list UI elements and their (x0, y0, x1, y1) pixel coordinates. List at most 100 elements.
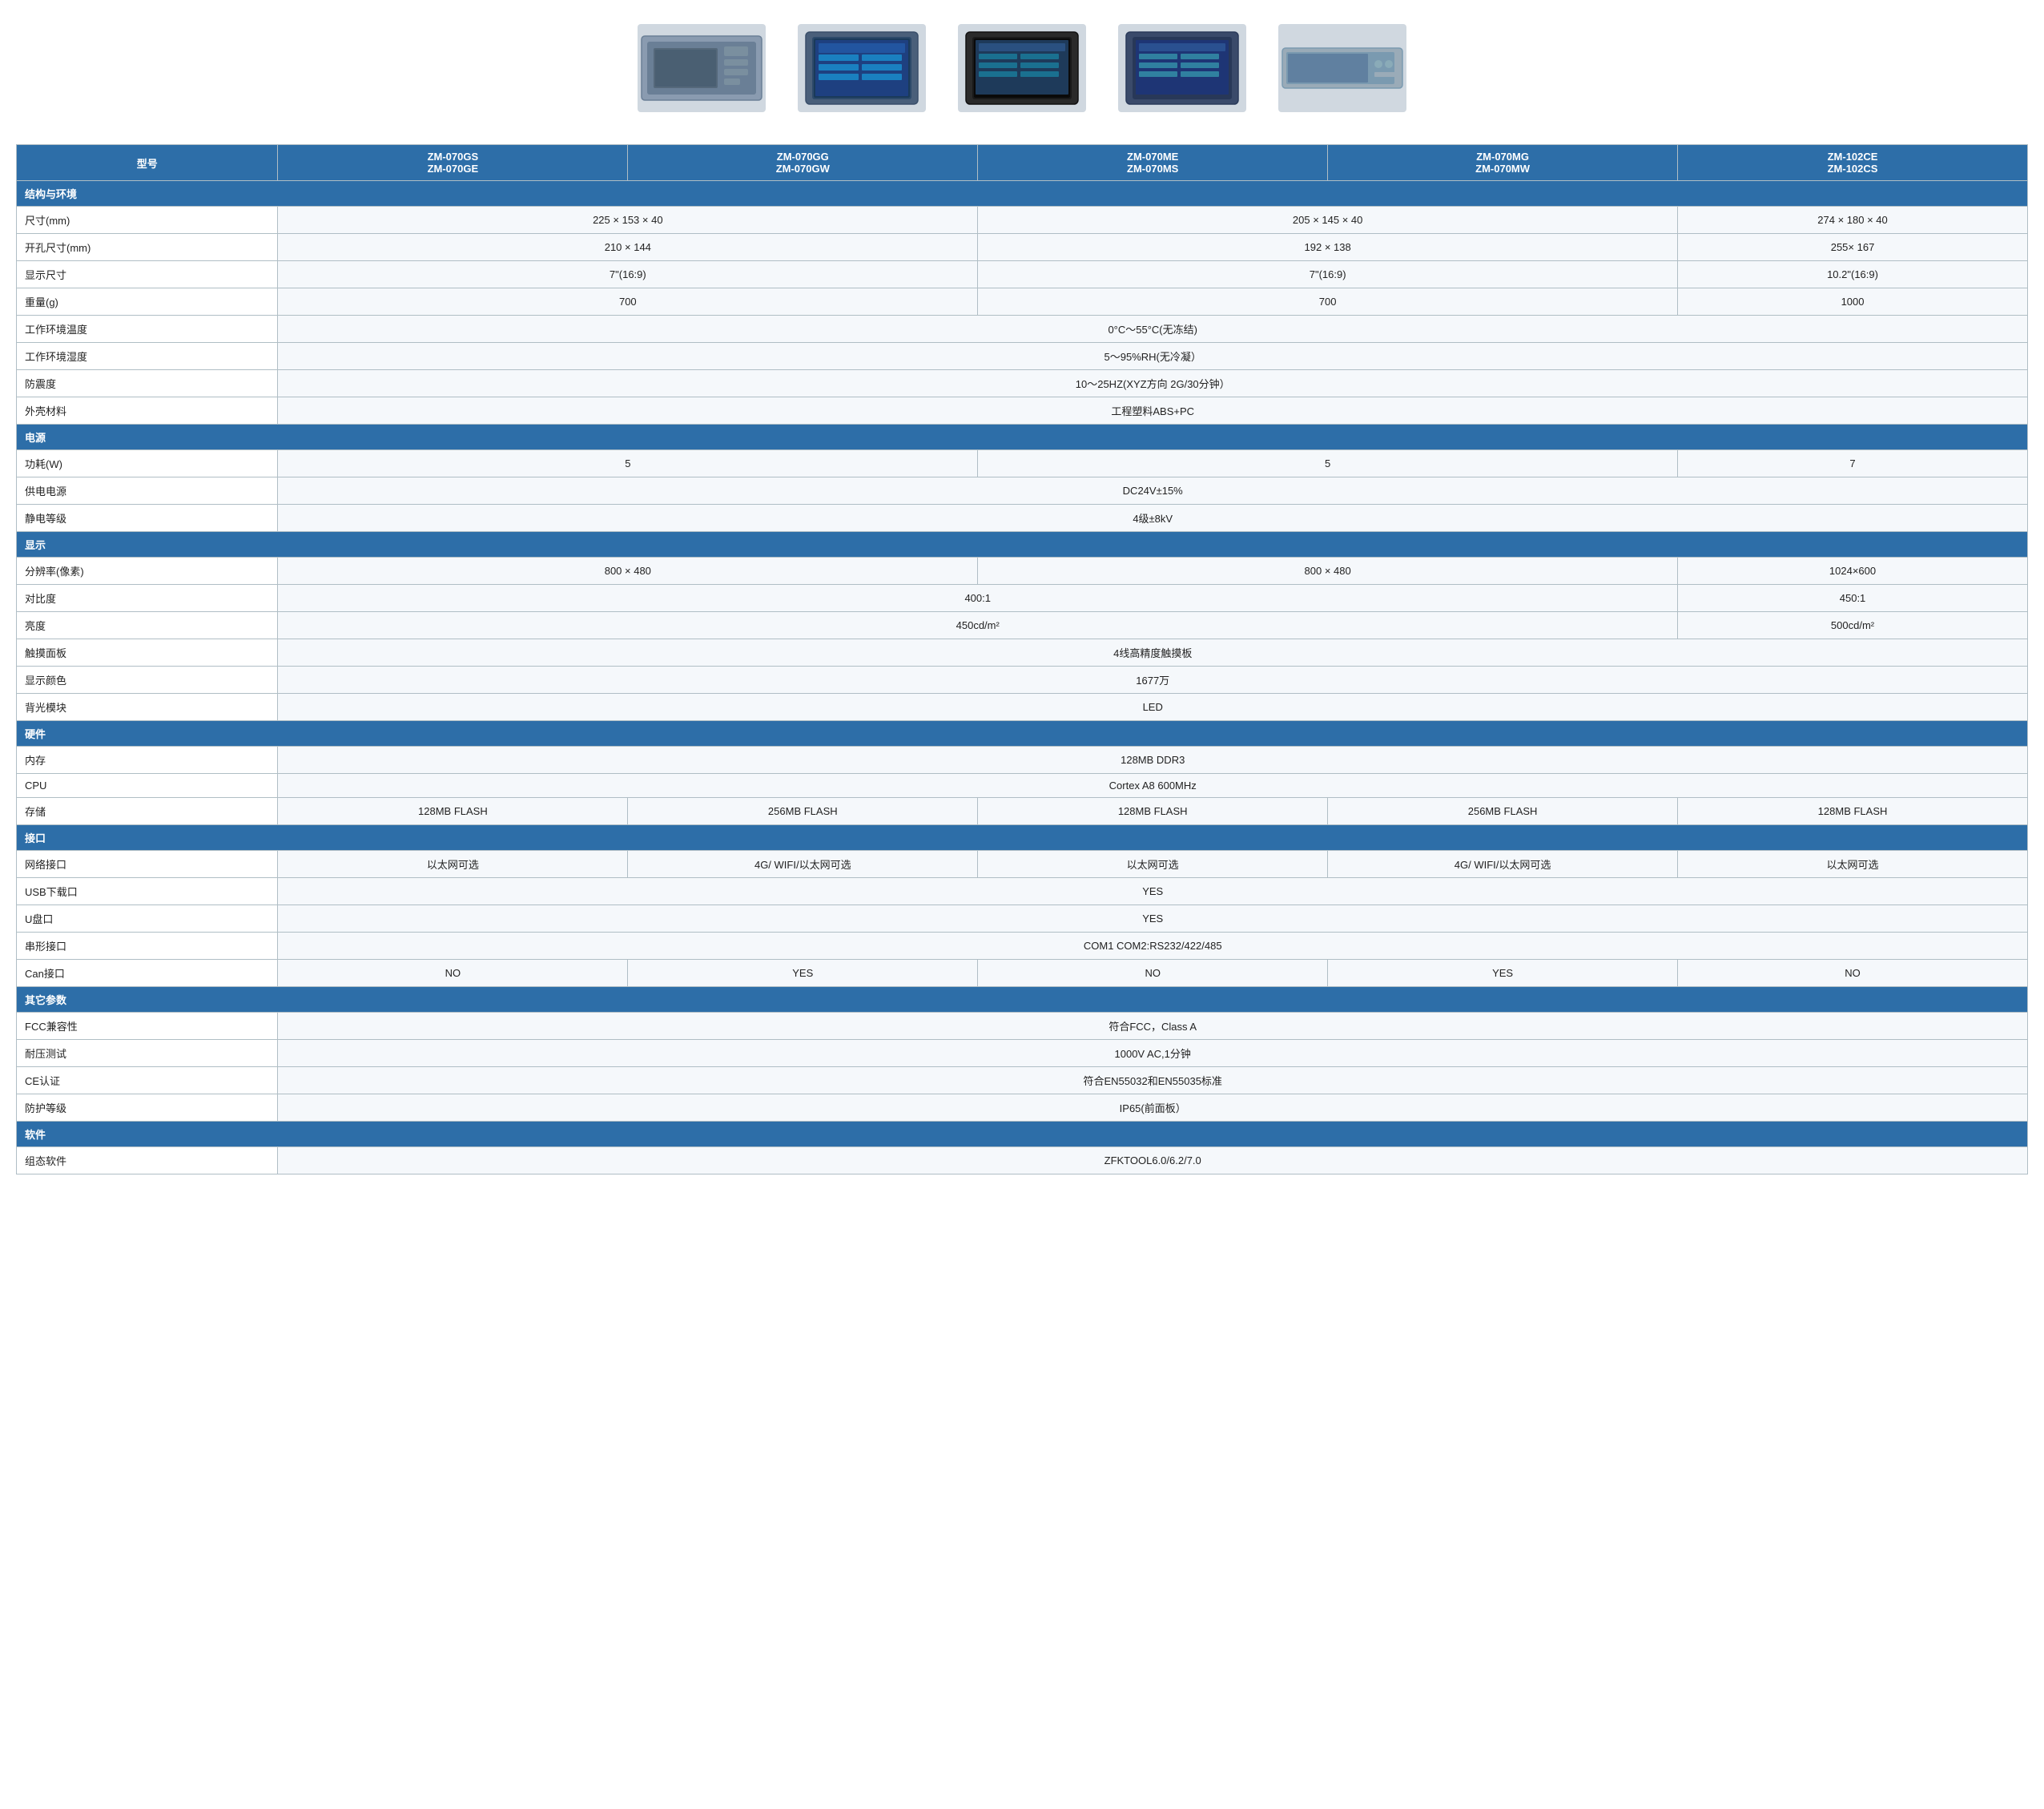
row-cell: 4G/ WIFI/以太网可选 (1328, 851, 1678, 878)
row-cell: 符合FCC，Class A (278, 1013, 2028, 1040)
row-label: 尺寸(mm) (17, 207, 278, 234)
row-cell: 1024×600 (1678, 558, 2028, 585)
row-label: 功耗(W) (17, 450, 278, 477)
row-cell: 205 × 145 × 40 (978, 207, 1678, 234)
table-row: CPUCortex A8 600MHz (17, 774, 2028, 798)
row-label: 分辨率(像素) (17, 558, 278, 585)
row-label: 内存 (17, 747, 278, 774)
product-image-2 (798, 24, 926, 112)
row-cell: 10～25HZ(XYZ方向 2G/30分钟） (278, 370, 2028, 397)
row-label: 触摸面板 (17, 639, 278, 667)
row-cell: 450:1 (1678, 585, 2028, 612)
table-row: 触摸面板4线高精度触摸板 (17, 639, 2028, 667)
table-row: 对比度400:1450:1 (17, 585, 2028, 612)
row-cell: 800 × 480 (978, 558, 1678, 585)
row-cell: COM1 COM2:RS232/422/485 (278, 933, 2028, 960)
row-cell: 1677万 (278, 667, 2028, 694)
row-label: 串形接口 (17, 933, 278, 960)
table-row: 背光模块LED (17, 694, 2028, 721)
table-row: 显示颜色1677万 (17, 667, 2028, 694)
row-label: FCC兼容性 (17, 1013, 278, 1040)
table-row: 亮度450cd/m²500cd/m² (17, 612, 2028, 639)
row-cell: 5 (278, 450, 978, 477)
row-cell: 192 × 138 (978, 234, 1678, 261)
row-cell: NO (978, 960, 1328, 987)
row-cell: 0°C～55°C(无冻结) (278, 316, 2028, 343)
product-images-row (16, 16, 2028, 128)
section-header-row: 结构与环境 (17, 181, 2028, 207)
row-cell: NO (278, 960, 628, 987)
section-header-row: 电源 (17, 425, 2028, 450)
row-cell: 800 × 480 (278, 558, 978, 585)
row-cell: LED (278, 694, 2028, 721)
table-row: 外壳材料工程塑料ABS+PC (17, 397, 2028, 425)
table-row: 分辨率(像素)800 × 480800 × 4801024×600 (17, 558, 2028, 585)
row-label: 防护等级 (17, 1094, 278, 1122)
table-row: USB下载口YES (17, 878, 2028, 905)
row-cell: 5 (978, 450, 1678, 477)
row-cell: 128MB FLASH (978, 798, 1328, 825)
table-row: 供电电源DC24V±15% (17, 477, 2028, 505)
section-header-row: 显示 (17, 532, 2028, 558)
row-cell: 4级±8kV (278, 505, 2028, 532)
row-label: 显示尺寸 (17, 261, 278, 288)
row-cell: 7"(16:9) (278, 261, 978, 288)
product-image-1 (638, 24, 766, 112)
header-col-label: 型号 (17, 145, 278, 181)
spec-table: 型号 ZM-070GS ZM-070GE ZM-070GG ZM-070GW Z… (16, 144, 2028, 1174)
row-cell: YES (1328, 960, 1678, 987)
row-cell: 4线高精度触摸板 (278, 639, 2028, 667)
product-image-3 (958, 24, 1086, 112)
row-cell: DC24V±15% (278, 477, 2028, 505)
table-header-row: 型号 ZM-070GS ZM-070GE ZM-070GG ZM-070GW Z… (17, 145, 2028, 181)
table-row: FCC兼容性符合FCC，Class A (17, 1013, 2028, 1040)
row-label: 工作环境温度 (17, 316, 278, 343)
table-row: 工作环境温度0°C～55°C(无冻结) (17, 316, 2028, 343)
table-row: 内存128MB DDR3 (17, 747, 2028, 774)
table-row: 开孔尺寸(mm)210 × 144192 × 138255× 167 (17, 234, 2028, 261)
row-cell: 225 × 153 × 40 (278, 207, 978, 234)
row-cell: 450cd/m² (278, 612, 1678, 639)
row-cell: YES (628, 960, 978, 987)
row-label: 显示颜色 (17, 667, 278, 694)
row-cell: 5～95%RH(无冷凝） (278, 343, 2028, 370)
table-row: 存储128MB FLASH256MB FLASH128MB FLASH256MB… (17, 798, 2028, 825)
table-row: 防护等级IP65(前面板） (17, 1094, 2028, 1122)
row-label: 供电电源 (17, 477, 278, 505)
row-label: USB下载口 (17, 878, 278, 905)
table-row: U盘口YES (17, 905, 2028, 933)
row-label: 网络接口 (17, 851, 278, 878)
row-cell: NO (1678, 960, 2028, 987)
row-cell: 4G/ WIFI/以太网可选 (628, 851, 978, 878)
section-header-row: 硬件 (17, 721, 2028, 747)
row-cell: IP65(前面板） (278, 1094, 2028, 1122)
header-col-5: ZM-102CE ZM-102CS (1678, 145, 2028, 181)
table-row: 尺寸(mm)225 × 153 × 40205 × 145 × 40274 × … (17, 207, 2028, 234)
table-row: CE认证符合EN55032和EN55035标准 (17, 1067, 2028, 1094)
product-image-4 (1118, 24, 1246, 112)
row-cell: 128MB FLASH (278, 798, 628, 825)
row-label: Can接口 (17, 960, 278, 987)
row-label: 静电等级 (17, 505, 278, 532)
row-label: CE认证 (17, 1067, 278, 1094)
header-col-4: ZM-070MG ZM-070MW (1328, 145, 1678, 181)
section-header-row: 接口 (17, 825, 2028, 851)
row-cell: 7 (1678, 450, 2028, 477)
row-cell: 1000V AC,1分钟 (278, 1040, 2028, 1067)
table-row: 网络接口以太网可选4G/ WIFI/以太网可选以太网可选4G/ WIFI/以太网… (17, 851, 2028, 878)
table-row: 耐压测试1000V AC,1分钟 (17, 1040, 2028, 1067)
row-cell: 255× 167 (1678, 234, 2028, 261)
row-cell: 128MB FLASH (1678, 798, 2028, 825)
table-row: 串形接口COM1 COM2:RS232/422/485 (17, 933, 2028, 960)
row-cell: 256MB FLASH (628, 798, 978, 825)
row-cell: ZFKTOOL6.0/6.2/7.0 (278, 1147, 2028, 1174)
table-row: 重量(g)7007001000 (17, 288, 2028, 316)
header-col-2: ZM-070GG ZM-070GW (628, 145, 978, 181)
row-cell: 400:1 (278, 585, 1678, 612)
row-label: 工作环境湿度 (17, 343, 278, 370)
row-cell: 7"(16:9) (978, 261, 1678, 288)
product-image-5 (1278, 24, 1406, 112)
row-cell: 700 (278, 288, 978, 316)
row-cell: 128MB DDR3 (278, 747, 2028, 774)
row-cell: 700 (978, 288, 1678, 316)
